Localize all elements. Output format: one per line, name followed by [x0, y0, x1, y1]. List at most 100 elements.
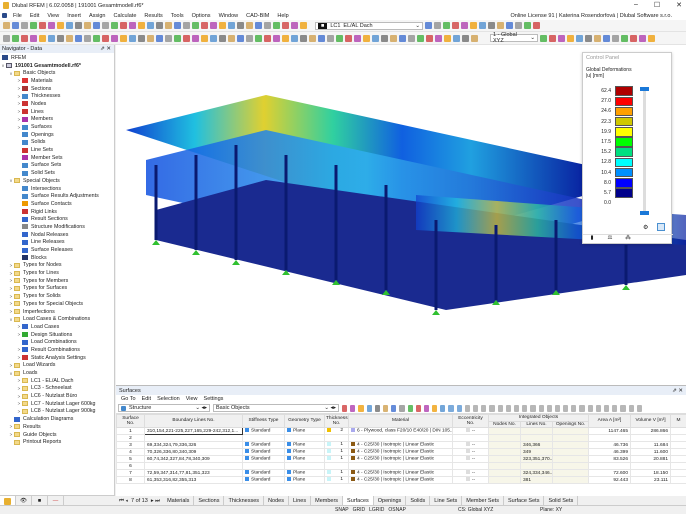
panel-menu-item[interactable]: Settings — [204, 396, 224, 402]
toolbar-tool-icon[interactable] — [549, 35, 556, 42]
cell-geom[interactable]: Plane — [285, 442, 325, 449]
toolbar-tool-icon[interactable] — [165, 35, 172, 42]
cell-nodes[interactable] — [489, 463, 521, 470]
cell-no[interactable]: 3 — [117, 442, 145, 449]
cell-ecc[interactable]: -- — [453, 477, 489, 484]
cell-stiff[interactable]: Standard — [243, 442, 285, 449]
tree-item[interactable]: Solid Sets — [0, 169, 114, 177]
toolbar-tool-icon[interactable] — [237, 22, 244, 29]
cell-ecc[interactable]: -- — [453, 449, 489, 456]
table-tool-icon[interactable] — [539, 405, 544, 412]
toolbar-tool-icon[interactable] — [471, 35, 478, 42]
toolbar-tool-icon[interactable] — [391, 405, 396, 412]
toolbar-tool-icon[interactable] — [255, 35, 262, 42]
toolbar-tool-icon[interactable] — [462, 35, 469, 42]
toolbar-tool-icon[interactable] — [558, 35, 565, 42]
tree-item[interactable]: Load Combinations — [0, 338, 114, 346]
col-header[interactable]: Material — [349, 415, 453, 428]
toolbar-tool-icon[interactable] — [201, 22, 208, 29]
cell-mat[interactable]: 4 - C25/30 | Isotropic | Linear Elastic — [349, 442, 453, 449]
cell-m[interactable] — [671, 463, 686, 470]
tree-item[interactable]: Openings — [0, 131, 114, 139]
toolbar-tool-icon[interactable] — [282, 35, 289, 42]
table-tool-icon[interactable] — [530, 405, 535, 412]
toolbar-tool-icon[interactable] — [138, 22, 145, 29]
toolbar-tool-icon[interactable] — [57, 22, 64, 29]
toolbar-tool-icon[interactable] — [424, 405, 429, 412]
cell-ecc[interactable]: -- — [453, 456, 489, 463]
menu-calculate[interactable]: Calculate — [113, 13, 136, 19]
toolbar-tool-icon[interactable] — [594, 35, 601, 42]
table-tool-icon[interactable] — [448, 405, 453, 412]
cell-no[interactable]: 5 — [117, 456, 145, 463]
cell-vol[interactable] — [631, 463, 671, 470]
panel-menu-item[interactable]: View — [186, 396, 198, 402]
toolbar-tool-icon[interactable] — [282, 22, 289, 29]
cell-geom[interactable]: Plane — [285, 428, 325, 435]
tree-item[interactable]: >LC8 - Nutzlast Lager 900kg — [0, 408, 114, 416]
menu-help[interactable]: Help — [277, 13, 288, 19]
cell-mat[interactable] — [349, 463, 453, 470]
cell-nodes[interactable] — [489, 428, 521, 435]
table-tool-icon[interactable] — [612, 405, 617, 412]
table-tool-icon[interactable] — [473, 405, 478, 412]
cell-lines[interactable] — [145, 435, 243, 442]
cell-geom[interactable]: Plane — [285, 449, 325, 456]
cell-th[interactable]: 1 — [325, 477, 349, 484]
toolbar-tool-icon[interactable] — [425, 22, 432, 29]
menu-view[interactable]: View — [47, 13, 59, 19]
cell-stiff[interactable]: Standard — [243, 449, 285, 456]
cell-op[interactable] — [553, 428, 589, 435]
cell-nodes[interactable] — [489, 442, 521, 449]
object-type-select[interactable]: Basic Objects⌄ ◂▸ — [213, 404, 339, 412]
toolbar-tool-icon[interactable] — [434, 22, 441, 29]
tree-item[interactable]: >Nodes — [0, 100, 114, 108]
panel-menu-item[interactable]: Go To — [121, 396, 136, 402]
toolbar-tool-icon[interactable] — [246, 35, 253, 42]
cell-ilines[interactable]: 324,334,346... — [521, 470, 553, 477]
table-tool-icon[interactable] — [514, 405, 519, 412]
pager-nav[interactable]: ⏮ ◂ — [116, 498, 131, 505]
tree-item[interactable]: Result Sections — [0, 215, 114, 223]
cell-m[interactable] — [671, 435, 686, 442]
tree-item[interactable]: >Types for Lines — [0, 269, 114, 277]
cell-vol[interactable]: 18.150 — [631, 470, 671, 477]
cell-mat[interactable]: 4 - C25/30 | Isotropic | Linear Elastic — [349, 449, 453, 456]
tree-item[interactable]: >LC1 - EL/AL Dach — [0, 377, 114, 385]
table-tool-icon[interactable] — [465, 405, 470, 412]
scale-icon[interactable] — [657, 223, 665, 231]
cell-nodes[interactable] — [489, 456, 521, 463]
tree-item[interactable]: Surface Contacts — [0, 200, 114, 208]
cell-lines[interactable]: 310,154,221-225,227,165,229-242,312,1... — [145, 428, 243, 435]
menu-tools[interactable]: Tools — [171, 13, 184, 19]
settings-icon[interactable]: ⚙ — [643, 224, 648, 231]
cell-mat[interactable]: 4 - C25/30 | Isotropic | Linear Elastic — [349, 470, 453, 477]
cell-ecc[interactable]: -- — [453, 442, 489, 449]
tree-item[interactable]: >LC3 - Schneelast — [0, 385, 114, 393]
cell-geom[interactable]: Plane — [285, 477, 325, 484]
toolbar-tool-icon[interactable] — [120, 22, 127, 29]
cell-mat[interactable]: 4 - C25/30 | Isotropic | Linear Elastic — [349, 477, 453, 484]
legend-slider-track[interactable] — [643, 89, 646, 213]
toolbar-tool-icon[interactable] — [12, 35, 19, 42]
toolbar-tool-icon[interactable] — [3, 22, 10, 29]
cell-geom[interactable] — [285, 463, 325, 470]
cell-th[interactable] — [325, 435, 349, 442]
toolbar-tool-icon[interactable] — [358, 405, 363, 412]
toolbar-tool-icon[interactable] — [30, 22, 37, 29]
col-header[interactable]: Boundary Lines No. — [145, 415, 243, 428]
cell-area[interactable]: 83.526 — [589, 456, 631, 463]
cell-lines[interactable]: 69,334,324,79,336,326 — [145, 442, 243, 449]
toolbar-tool-icon[interactable] — [426, 35, 433, 42]
tree-item[interactable]: vSpecial Objects — [0, 177, 114, 185]
table-row[interactable]: 772,59,347,314,77,81,351,323StandardPlan… — [117, 470, 686, 477]
col-header[interactable]: Nodes No. — [489, 421, 521, 428]
toolbar-tool-icon[interactable] — [372, 35, 379, 42]
toolbar-tool-icon[interactable] — [300, 35, 307, 42]
toolbar-tool-icon[interactable] — [443, 22, 450, 29]
toolbar-tool-icon[interactable] — [192, 35, 199, 42]
toolbar-tool-icon[interactable] — [66, 22, 73, 29]
toolbar-tool-icon[interactable] — [342, 405, 347, 412]
cell-vol[interactable]: 11.684 — [631, 442, 671, 449]
col-header[interactable]: Area A [m²] — [589, 415, 631, 428]
